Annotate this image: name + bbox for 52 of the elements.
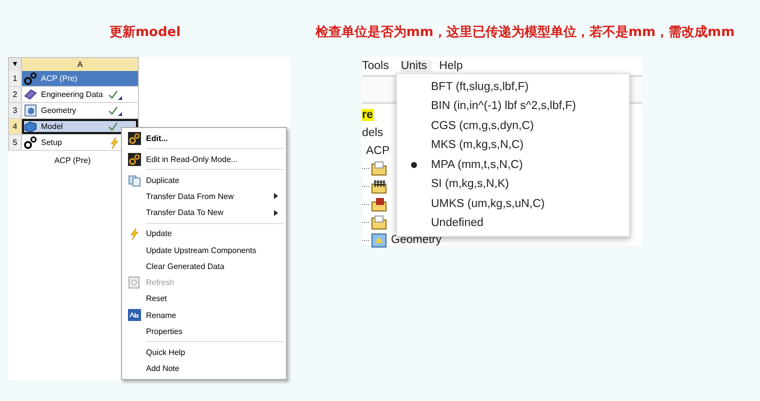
menu-item[interactable]: MKS (m,kg,s,N,C) [397,136,629,155]
rename-icon [128,309,140,322]
menu-item[interactable]: Duplicate [122,172,286,188]
column-header: A [22,58,138,71]
menu-bar-item[interactable]: Help [439,60,468,72]
menu-item[interactable]: MPA (mm,t,s,N,C) [397,155,629,174]
gears-icon [24,72,37,85]
system-cell[interactable]: Engineering Data [22,87,138,102]
row-number: 2 [9,87,22,102]
menu-item[interactable]: Transfer Data From New [122,188,286,205]
caption-title: 检查单位是否为mm，这里已传递为模型单位，若不是mm，需改成mm [315,25,735,40]
solid-icon [24,120,37,133]
menu-bar-item[interactable]: Tools [362,60,394,72]
system-cell[interactable]: Setup [22,135,138,150]
tree-item[interactable]: ACP [366,144,390,157]
menu-item[interactable]: Add Note [122,360,286,377]
cube-icon [24,104,37,117]
menu-item[interactable]: Undefined [397,214,629,233]
page-icon [128,276,140,290]
caption-title: 更新model [109,25,181,40]
menu-item[interactable]: Quick Help [122,344,286,361]
menu-item[interactable]: Clear Generated Data [122,258,286,274]
tree-item[interactable]: Geometry [391,234,442,246]
system-cell[interactable]: Model [22,119,138,134]
submenu-arrow-icon [274,210,278,216]
menu-item[interactable]: SI (m,kg,s,N,K) [397,174,629,194]
menu-item[interactable]: Reset [122,290,286,308]
geometry-icon [371,232,387,248]
gears-icon [128,132,140,145]
menu-item[interactable]: BIN (in,in^(-1) lbf s^2,s,lbf,F) [397,96,629,116]
menu-item[interactable]: CGS (cm,g,s,dyn,C) [397,116,629,136]
row-number: 5 [9,135,22,150]
menu-item[interactable]: Update [122,226,286,242]
row-number: 1 [9,71,22,86]
menu-item[interactable]: BFT (ft,slug,s,lbf,F) [397,77,629,96]
menu-bar-item[interactable]: Units [400,60,432,72]
lightning-icon [128,228,140,240]
row-number: 4 [9,119,22,134]
row-number: 3 [9,103,22,118]
gears-icon [24,136,37,149]
menu-item[interactable]: Update Upstream Components [122,242,286,258]
copy-icon [128,174,140,187]
tree-item[interactable]: dels [362,126,384,139]
gears-icon [128,152,140,166]
menu-item[interactable]: Rename [122,307,286,324]
tree-item[interactable]: re [362,108,374,121]
lightning-icon [108,136,120,148]
submenu-arrow-icon [274,193,278,200]
system-cell[interactable]: ACP (Pre) [22,71,138,86]
menu-item[interactable]: UMKS (um,kg,s,uN,C) [397,194,629,214]
system-caption: ACP (Pre) [53,156,92,165]
book-icon [24,88,37,101]
